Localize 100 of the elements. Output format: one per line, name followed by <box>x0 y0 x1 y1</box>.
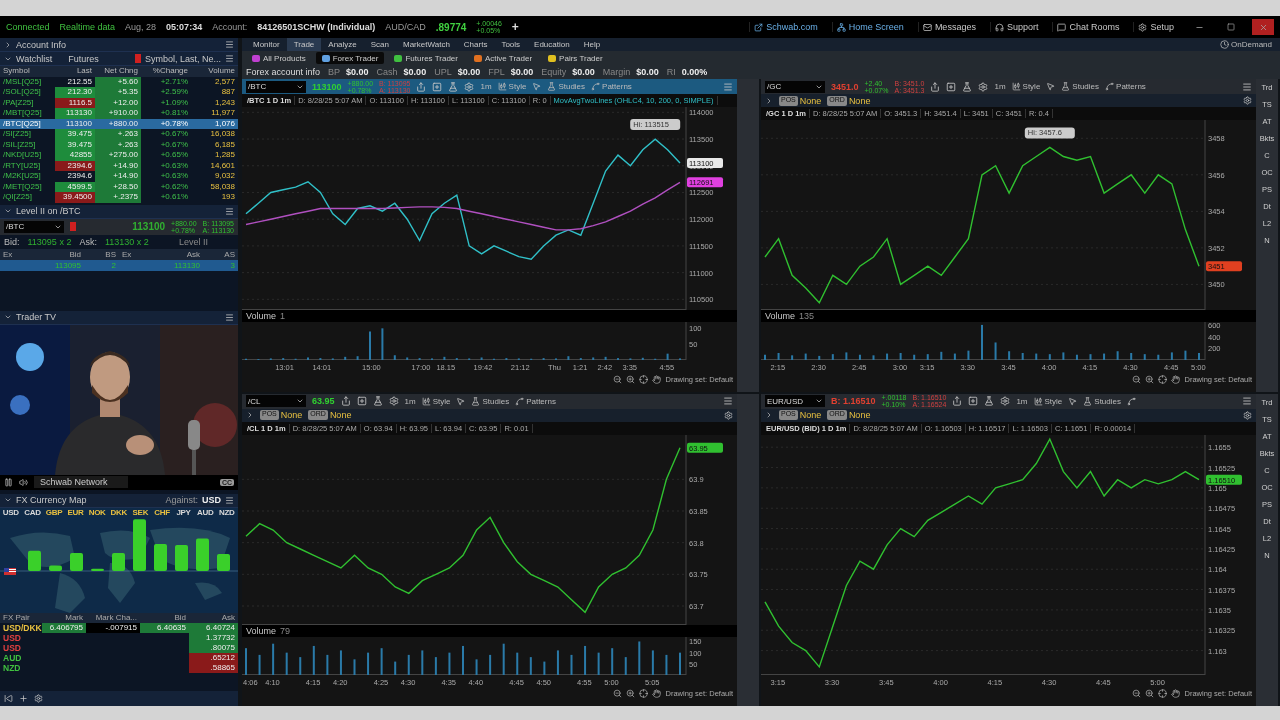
symbol-cell[interactable]: /M2K[U25] <box>0 171 55 182</box>
symbol-field[interactable]: /GC <box>765 80 825 93</box>
share-icon[interactable] <box>340 396 351 406</box>
settings-icon[interactable] <box>978 81 989 92</box>
zoom-in-icon[interactable] <box>626 689 636 698</box>
symbol-cell[interactable]: /SOL[Q25] <box>0 87 55 98</box>
pair-cell[interactable]: AUD <box>0 652 42 663</box>
column-header[interactable]: BS <box>84 248 119 260</box>
on-demand-button[interactable]: OnDemand <box>1220 40 1272 49</box>
collapse-icon[interactable] <box>4 207 12 215</box>
column-header[interactable]: Volume <box>191 66 238 77</box>
symbol-cell[interactable]: /SI[Z25] <box>0 129 55 140</box>
share-icon[interactable] <box>930 81 941 92</box>
expand-icon[interactable] <box>765 411 773 419</box>
menu-icon[interactable] <box>1242 396 1252 406</box>
top-link[interactable]: Support <box>989 22 1043 32</box>
add-icon[interactable] <box>946 81 957 92</box>
collapse-icon[interactable] <box>4 694 13 703</box>
section-header[interactable]: Trader TV <box>0 310 238 325</box>
column-header[interactable]: Ex <box>119 248 139 260</box>
menu-tab[interactable]: Help <box>576 38 608 51</box>
symbol-cell[interactable]: /QI[Z25] <box>0 192 55 203</box>
menu-tab[interactable]: Analyze <box>321 38 364 51</box>
menu-tab[interactable]: Education <box>527 38 577 51</box>
add-icon[interactable] <box>968 396 979 406</box>
top-link[interactable]: Chat Rooms <box>1052 22 1124 32</box>
symbol-field[interactable]: /BTC <box>246 80 306 93</box>
watchlist-name[interactable]: Futures <box>68 53 99 64</box>
column-header[interactable]: FX Pair <box>0 612 42 623</box>
pointer-icon[interactable] <box>532 82 542 91</box>
patterns-icon[interactable] <box>1127 396 1136 406</box>
menu-icon[interactable] <box>225 495 234 505</box>
share-icon[interactable] <box>952 396 963 406</box>
zoom-in-icon[interactable] <box>626 374 636 384</box>
column-header[interactable]: Last <box>55 66 95 77</box>
column-header[interactable]: Mark <box>42 612 86 623</box>
top-link[interactable]: Setup <box>1133 22 1178 32</box>
share-icon[interactable] <box>416 81 427 92</box>
menu-tab[interactable]: MarketWatch <box>396 38 457 51</box>
column-header[interactable]: %Change <box>141 66 191 77</box>
patterns-button[interactable]: Patterns <box>591 82 632 91</box>
top-link[interactable]: Schwab.com <box>749 22 822 32</box>
section-header[interactable]: Level II on /BTC <box>0 204 238 219</box>
top-link[interactable]: Messages <box>917 22 980 32</box>
pair-cell[interactable]: NZD <box>0 662 42 673</box>
channel-name[interactable]: Schwab Network <box>34 476 128 488</box>
crosshair-icon[interactable] <box>639 689 649 698</box>
menu-icon[interactable] <box>225 206 234 216</box>
zoom-out-icon[interactable] <box>1132 374 1142 384</box>
add-icon[interactable] <box>356 396 367 406</box>
expand-icon[interactable] <box>765 96 773 105</box>
section-header[interactable]: FX Currency Map Against: USD <box>0 493 238 508</box>
pause-icon[interactable] <box>4 477 13 487</box>
symbol-cell[interactable]: /MET[Q25] <box>0 181 55 192</box>
hand-icon[interactable] <box>1171 689 1181 698</box>
studies-button[interactable]: Studies <box>1083 396 1121 406</box>
menu-icon[interactable] <box>225 40 234 49</box>
top-link[interactable]: Home Screen <box>831 22 908 32</box>
menu-tab[interactable]: Tools <box>494 38 528 51</box>
zoom-out-icon[interactable] <box>613 689 623 698</box>
style-button[interactable]: Style <box>497 82 527 91</box>
menu-icon[interactable] <box>1242 81 1252 92</box>
trader-tab[interactable]: Forex Trader <box>315 52 385 64</box>
patterns-button[interactable]: Patterns <box>515 396 556 406</box>
column-header[interactable]: Mark Cha... <box>86 612 140 623</box>
column-header[interactable]: Ex <box>0 248 20 260</box>
column-set[interactable]: Symbol, Last, Ne... <box>144 53 221 64</box>
menu-tab[interactable]: Scan <box>363 38 396 51</box>
settings-icon[interactable] <box>1243 410 1252 420</box>
trader-tab[interactable]: Futures Trader <box>388 52 464 64</box>
zoom-out-icon[interactable] <box>613 374 623 384</box>
collapse-icon[interactable] <box>4 496 12 504</box>
patterns-button[interactable]: Patterns <box>1105 82 1146 91</box>
crosshair-icon[interactable] <box>1158 374 1168 384</box>
flask-icon[interactable] <box>372 396 383 406</box>
volume-icon[interactable] <box>19 477 28 487</box>
add-icon[interactable] <box>19 694 28 703</box>
column-header[interactable]: Ask <box>139 248 203 260</box>
symbol-cell[interactable]: /MBT[Q25] <box>0 108 55 119</box>
column-header[interactable]: Ask <box>189 612 238 623</box>
trader-tab[interactable]: Active Trader <box>467 52 539 64</box>
pointer-icon[interactable] <box>1068 396 1078 406</box>
symbol-field[interactable]: EUR/USD <box>765 395 825 407</box>
flask-icon[interactable] <box>962 81 973 92</box>
style-button[interactable]: Style <box>421 396 451 406</box>
menu-tab[interactable]: Monitor <box>246 38 287 51</box>
hand-icon[interactable] <box>1171 374 1181 384</box>
symbol-field[interactable]: /CL <box>246 395 306 407</box>
symbol-cell[interactable]: /MSL[Q25] <box>0 76 55 87</box>
column-header[interactable]: AS <box>203 248 238 260</box>
account-number[interactable]: 84126501SCHW (Individual) <box>257 22 376 32</box>
hand-icon[interactable] <box>652 374 662 384</box>
column-header[interactable]: Net Chng <box>95 66 141 77</box>
pair-cell[interactable]: USD <box>0 632 42 643</box>
symbol-cell[interactable]: /PA[Z25] <box>0 97 55 108</box>
pair-cell[interactable]: USD <box>0 642 42 653</box>
style-button[interactable]: Style <box>1011 82 1041 91</box>
interval-button[interactable]: 1m <box>404 396 416 406</box>
column-header[interactable]: Bid <box>20 248 84 260</box>
settings-icon[interactable] <box>34 694 43 703</box>
